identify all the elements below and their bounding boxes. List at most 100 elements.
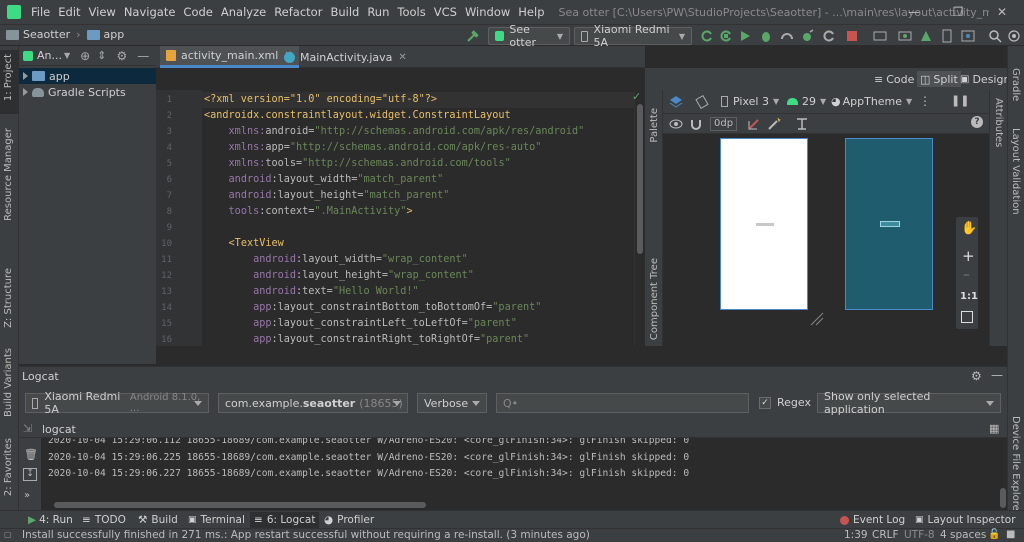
menu-edit[interactable]: Edit — [54, 5, 84, 19]
tree-item-app[interactable]: app — [19, 68, 156, 84]
editor-scroll-thumb[interactable] — [637, 104, 643, 254]
textview-preview[interactable] — [756, 223, 774, 226]
breadcrumb-module[interactable]: app — [104, 28, 125, 41]
search-icon[interactable] — [988, 29, 1002, 43]
chevron-down-icon[interactable]: ▼ — [64, 51, 70, 60]
menu-code[interactable]: Code — [179, 5, 216, 19]
gradle-tab[interactable]: Gradle — [1010, 68, 1021, 101]
hide-panel-icon[interactable]: — — [991, 368, 1003, 382]
blueprint-preview[interactable] — [845, 138, 933, 310]
menu-navigate[interactable]: Navigate — [120, 5, 180, 19]
checkbox-check-icon[interactable]: ✓ — [759, 396, 771, 409]
eye-icon[interactable] — [669, 118, 683, 130]
api-level-select[interactable]: 29 ▼ — [787, 95, 826, 108]
layout-options-icon[interactable]: ▦ — [989, 422, 999, 435]
todo-tab[interactable]: ≡ TODO — [78, 512, 130, 528]
locate-icon[interactable]: ⊕ — [80, 49, 90, 63]
default-margin-input[interactable]: 0dp — [710, 117, 738, 131]
component-tree-tab[interactable]: Component Tree — [649, 258, 660, 340]
logcat-output[interactable]: 2020-10-04 15:29:06.112 18655-18689/com.… — [41, 438, 1007, 498]
build-variants-tab[interactable]: Build Variants — [3, 348, 14, 417]
pan-hand-icon[interactable]: ✋ — [961, 221, 977, 236]
guidelines-icon[interactable] — [795, 117, 809, 131]
tree-item-gradle-scripts[interactable]: Gradle Scripts — [19, 84, 156, 100]
close-tab-icon[interactable]: ✕ — [398, 52, 406, 63]
stop-icon[interactable] — [845, 29, 859, 43]
terminal-tab[interactable]: ▣ Terminal — [184, 512, 249, 528]
device-preview-select[interactable]: Pixel 3 ▼ — [721, 95, 779, 108]
layout-inspector-icon[interactable] — [961, 29, 975, 43]
attach-debugger-icon[interactable] — [800, 29, 814, 43]
menu-window[interactable]: Window — [461, 5, 514, 19]
sync-project-gradle-icon[interactable] — [873, 29, 887, 43]
make-project-hammer-icon[interactable] — [466, 29, 480, 43]
zoom-to-fit-icon[interactable] — [961, 311, 973, 323]
logcat-device-select[interactable]: Xiaomi Redmi 5A Android 8.1.0, ... — [25, 390, 209, 416]
layout-inspector-tab[interactable]: ▣ Layout Inspector — [911, 512, 1020, 528]
status-message[interactable]: Install successfully finished in 271 ms.… — [22, 529, 590, 541]
pause-icon[interactable]: ❚❚ — [951, 94, 969, 107]
code-editor[interactable]: <?xml version="1.0" encoding="utf-8"?> <a… — [202, 90, 634, 346]
menu-vcs[interactable]: VCS — [430, 5, 461, 19]
apply-changes-restart-icon[interactable] — [700, 29, 714, 43]
split-view-button[interactable]: ◫ Split — [917, 71, 961, 87]
zoom-actual-size[interactable]: 1:1 — [960, 291, 978, 302]
logcat-subtab[interactable]: logcat — [42, 423, 76, 436]
sdk-manager-icon[interactable] — [919, 29, 933, 43]
build-tab[interactable]: ⚒ Build — [134, 512, 182, 528]
gear-icon[interactable]: ⚙ — [116, 49, 127, 63]
logcat-process-select[interactable]: com.example. seaotter (18655) — [218, 393, 408, 413]
profiler-tab[interactable]: ◕ Profiler — [320, 512, 378, 528]
theme-select[interactable]: ◕ AppTheme ▼ — [831, 95, 912, 108]
tab-main-activity-java[interactable]: MainActivity.java ✕ — [278, 46, 413, 68]
hide-panel-icon[interactable]: — — [137, 49, 149, 63]
minimize-icon[interactable]: — — [892, 0, 936, 24]
avd-manager-icon[interactable] — [898, 29, 912, 43]
textview-blueprint[interactable] — [880, 221, 900, 227]
indent-setting[interactable]: 4 spaces — [940, 529, 986, 541]
zoom-in-icon[interactable]: + — [962, 247, 975, 265]
project-tool-tab[interactable]: 1: Project — [3, 54, 14, 101]
layers-icon[interactable] — [669, 95, 683, 109]
clear-constraints-icon[interactable] — [747, 117, 761, 131]
profile-icon[interactable] — [780, 29, 794, 43]
restore-icon[interactable]: ❐ — [936, 0, 980, 24]
breadcrumb-project[interactable]: Seaotter — [23, 28, 70, 41]
line-separator[interactable]: CRLF — [872, 529, 899, 541]
structure-tab[interactable]: Z: Structure — [3, 268, 14, 328]
run-tab[interactable]: ▶ 4: Run — [24, 512, 77, 528]
palette-tab[interactable]: Palette — [649, 108, 660, 143]
design-preview[interactable] — [720, 138, 808, 310]
event-log-tab[interactable]: Event Log — [836, 512, 909, 528]
status-toggle-icon[interactable]: ▢ — [4, 530, 12, 539]
code-view-button[interactable]: ≡ Code — [871, 71, 917, 87]
infer-constraints-icon[interactable] — [767, 117, 781, 131]
file-encoding[interactable]: UTF-8 — [904, 529, 935, 541]
expand-more-icon[interactable]: » — [24, 490, 30, 501]
project-view-select[interactable]: An... — [37, 49, 62, 62]
menu-build[interactable]: Build — [326, 5, 363, 19]
menu-analyze[interactable]: Analyze — [217, 5, 270, 19]
menu-tools[interactable]: Tools — [393, 5, 429, 19]
menu-refactor[interactable]: Refactor — [270, 5, 326, 19]
lock-icon[interactable]: 🔓 — [988, 529, 1000, 540]
design-canvas[interactable] — [663, 134, 989, 346]
menu-help[interactable]: Help — [514, 5, 548, 19]
collapse-all-icon[interactable]: ⇕ — [97, 49, 106, 62]
trash-icon[interactable]: 🗑 — [24, 448, 38, 461]
run-configuration-select[interactable]: See otter ▼ — [488, 23, 570, 49]
expand-arrow-icon[interactable] — [23, 88, 28, 96]
caret-position[interactable]: 1:39 — [844, 529, 868, 541]
memory-indicator-icon[interactable]: ■ — [1006, 529, 1015, 540]
zoom-out-icon[interactable]: – — [963, 267, 970, 283]
design-view-button[interactable]: ▣ Design — [957, 71, 1013, 87]
help-icon[interactable]: ? — [971, 116, 983, 128]
resize-handle-icon[interactable] — [809, 311, 825, 327]
support-icon[interactable] — [1007, 29, 1021, 43]
attributes-tab[interactable]: Attributes — [993, 98, 1004, 147]
logcat-filter-select[interactable]: Show only selected application — [817, 390, 1001, 416]
layout-validation-tab[interactable]: Layout Validation — [1010, 128, 1021, 215]
orientation-icon[interactable] — [695, 95, 709, 109]
device-file-explorer-tab[interactable]: Device File Explorer — [1010, 416, 1021, 515]
log-level-select[interactable]: Verbose — [417, 393, 487, 413]
